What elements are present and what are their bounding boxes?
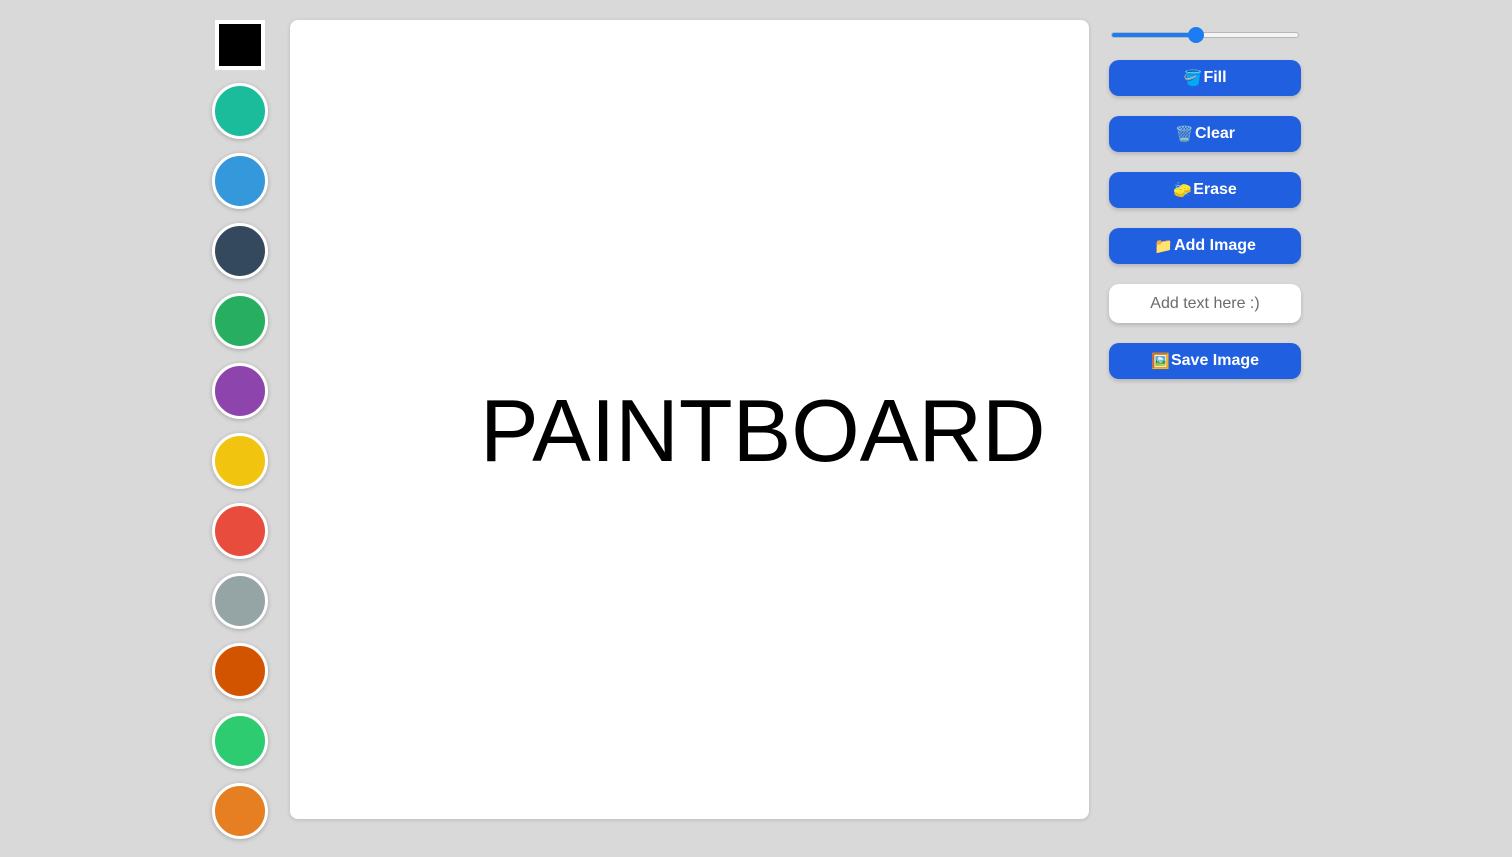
- paint-app: PAINTBOARD 🪣 Fill 🗑️ Clear 🧽 Erase 📁 Add…: [0, 0, 1512, 857]
- color-swatch-blue[interactable]: [212, 153, 268, 209]
- save-image-button[interactable]: 🖼️ Save Image: [1109, 343, 1301, 379]
- folder-icon: 📁: [1154, 238, 1173, 255]
- drawing-canvas[interactable]: PAINTBOARD: [290, 20, 1089, 819]
- add-text-input[interactable]: [1109, 284, 1301, 323]
- trash-icon: 🗑️: [1174, 126, 1194, 143]
- fill-button-label: Fill: [1203, 69, 1227, 86]
- color-swatch-orange[interactable]: [212, 783, 268, 839]
- color-swatch-light-green[interactable]: [212, 713, 268, 769]
- clear-button-label: Clear: [1194, 125, 1236, 142]
- canvas-text: PAINTBOARD: [480, 381, 1046, 480]
- picture-icon: 🖼️: [1150, 353, 1170, 370]
- slider-track: [1111, 32, 1299, 38]
- color-swatch-purple[interactable]: [212, 363, 268, 419]
- color-swatch-gray[interactable]: [212, 573, 268, 629]
- color-swatch-green[interactable]: [212, 293, 268, 349]
- erase-button-label: Erase: [1193, 181, 1237, 198]
- add-image-button[interactable]: 📁 Add Image: [1109, 228, 1301, 264]
- brush-size-slider[interactable]: [1111, 23, 1299, 47]
- color-swatch-dark-orange[interactable]: [212, 643, 268, 699]
- color-picker-current[interactable]: [215, 20, 265, 70]
- slider-fill: [1112, 33, 1197, 37]
- add-image-button-label: Add Image: [1174, 237, 1256, 254]
- eraser-icon: 🧽: [1173, 182, 1192, 199]
- color-swatch-yellow[interactable]: [212, 433, 268, 489]
- color-swatch-red[interactable]: [212, 503, 268, 559]
- clear-button[interactable]: 🗑️ Clear: [1109, 116, 1301, 152]
- paint-bucket-icon: 🪣: [1183, 70, 1203, 87]
- erase-button[interactable]: 🧽 Erase: [1109, 172, 1301, 208]
- fill-button[interactable]: 🪣 Fill: [1109, 60, 1301, 96]
- color-swatch-turquoise[interactable]: [212, 83, 268, 139]
- color-swatch-dark-blue[interactable]: [212, 223, 268, 279]
- save-image-button-label: Save Image: [1170, 352, 1260, 369]
- slider-thumb[interactable]: [1187, 27, 1204, 43]
